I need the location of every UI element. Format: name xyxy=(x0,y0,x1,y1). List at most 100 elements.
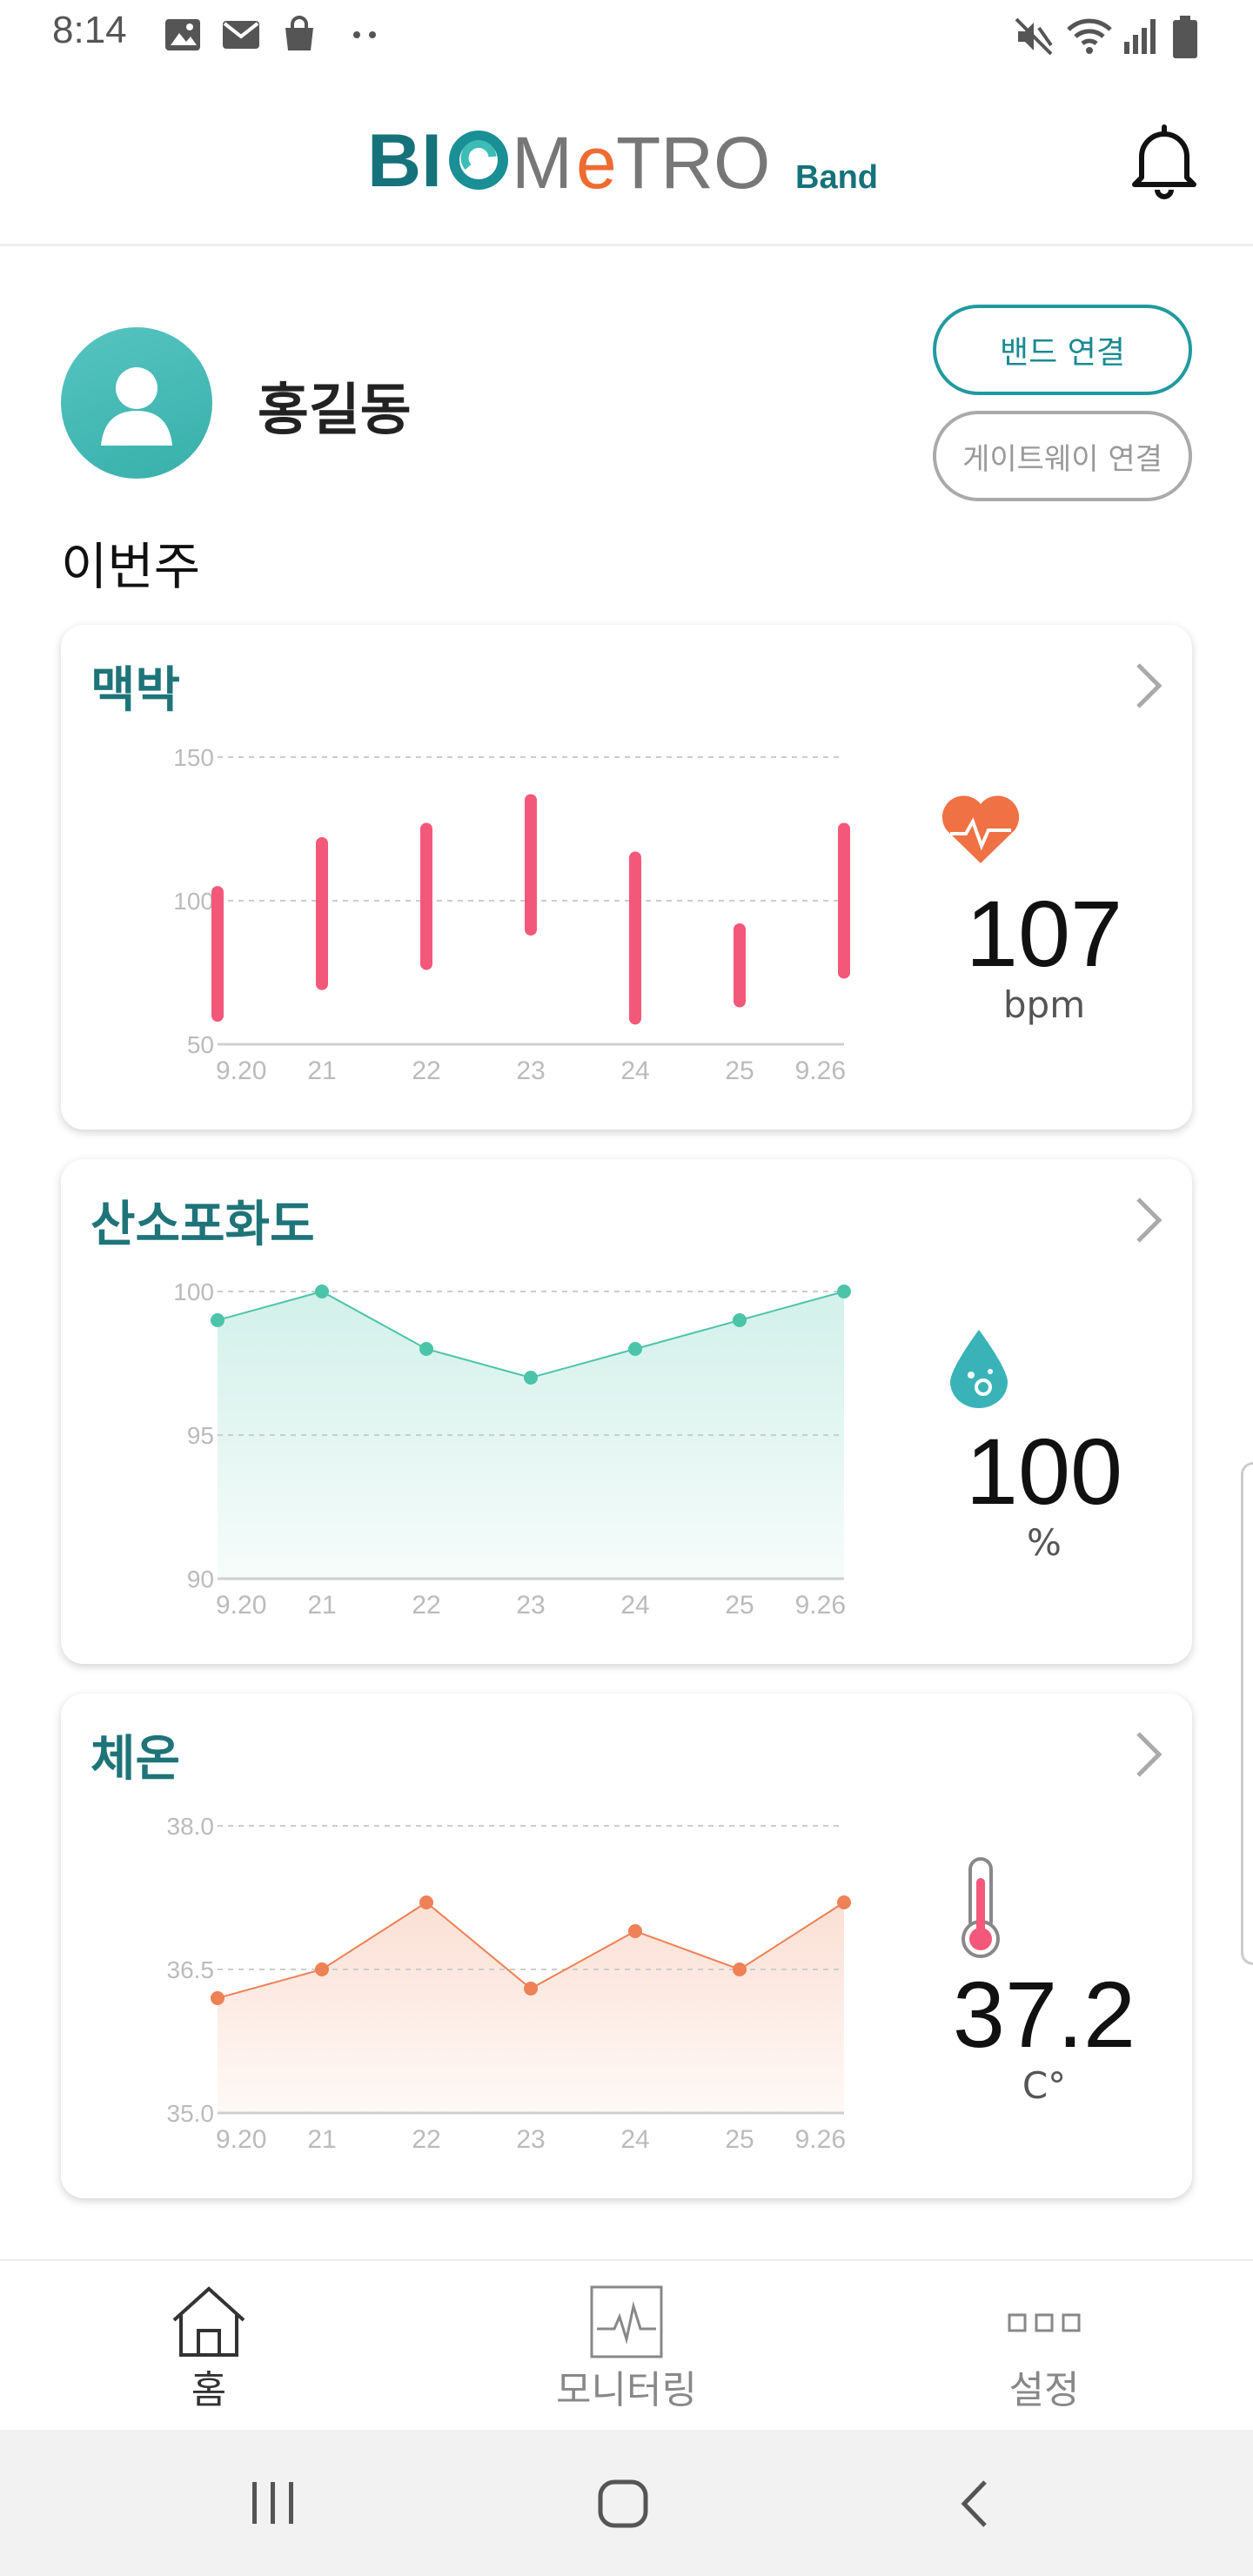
temperature-value: 37.2 xyxy=(952,1962,1136,2067)
x-tick-label: 23 xyxy=(516,2125,545,2154)
home-system-icon[interactable] xyxy=(597,2479,649,2529)
nav-home[interactable]: 홈 xyxy=(0,2261,418,2432)
temperature-card-title: 체온 xyxy=(90,1731,181,1788)
chevron-right-icon[interactable] xyxy=(1131,1728,1166,1781)
y-tick-label: 50 xyxy=(187,1031,214,1058)
status-time: 8:14 xyxy=(52,9,127,51)
signal-icon xyxy=(1124,19,1156,54)
mute-icon xyxy=(1015,17,1053,56)
x-tick-label: 9.20 xyxy=(216,1591,266,1620)
temperature-chart: 35.0 36.5 38.0 9.20 21 22 23 24 25 9.26 xyxy=(167,1813,851,2154)
temperature-card[interactable]: 체온 35.0 36.5 38.0 9.20 21 22 23 24 25 9.26 37.2 C… xyxy=(61,1694,1192,2198)
y-tick-label: 36.5 xyxy=(167,1956,215,1983)
shopping-bag-icon xyxy=(285,16,313,50)
spo2-unit: % xyxy=(1027,1521,1062,1564)
data-point xyxy=(733,1962,747,1976)
y-tick-label: 95 xyxy=(187,1422,214,1449)
data-point xyxy=(628,1924,642,1938)
x-tick-label: 21 xyxy=(307,2125,336,2154)
x-tick-label: 24 xyxy=(620,2125,649,2154)
heart-pulse-icon xyxy=(941,795,1020,863)
x-tick-label: 9.26 xyxy=(795,2125,846,2154)
svg-text:e: e xyxy=(576,122,617,204)
svg-text:TRO: TRO xyxy=(616,122,770,204)
thermometer-icon xyxy=(962,1857,1000,1958)
svg-text:Band: Band xyxy=(795,159,878,196)
pulse-value: 107 xyxy=(965,881,1123,986)
x-tick-label: 9.26 xyxy=(795,1591,846,1620)
spo2-chart: 90 95 100 9.20 21 22 23 24 25 9.26 xyxy=(173,1278,851,1620)
y-tick-label: 150 xyxy=(173,744,214,771)
data-point xyxy=(628,1342,642,1356)
gallery-icon xyxy=(165,19,200,50)
x-tick-label: 21 xyxy=(307,1591,336,1620)
x-tick-label: 22 xyxy=(412,1057,440,1085)
y-tick-label: 38.0 xyxy=(167,1813,215,1840)
y-tick-label: 100 xyxy=(173,1278,214,1305)
data-point xyxy=(837,1285,851,1298)
system-navigation-bar xyxy=(0,2430,1253,2576)
y-tick-label: 100 xyxy=(173,888,214,915)
user-icon xyxy=(101,367,172,446)
x-tick-label: 9.26 xyxy=(795,1057,846,1085)
data-point xyxy=(419,1895,433,1909)
spo2-value: 100 xyxy=(965,1419,1123,1524)
user-name: 홍길동 xyxy=(258,379,412,443)
status-bar: 8:14 xyxy=(0,0,1253,73)
x-tick-label: 22 xyxy=(412,2125,440,2154)
spo2-card-title: 산소포화도 xyxy=(90,1197,315,1253)
data-point xyxy=(315,1962,329,1976)
more-notifications-icon xyxy=(353,31,376,38)
battery-icon xyxy=(1173,16,1197,58)
data-point xyxy=(211,1313,224,1327)
data-point xyxy=(733,1313,747,1327)
app-header: BI M e TRO Band xyxy=(0,73,1253,246)
mail-icon xyxy=(223,21,259,49)
home-icon xyxy=(172,2286,245,2357)
nav-settings-label: 설정 xyxy=(1008,2368,1080,2412)
x-tick-label: 23 xyxy=(516,1057,545,1085)
svg-text:BI: BI xyxy=(367,119,442,203)
svg-text:M: M xyxy=(512,122,573,204)
connect-gateway-button[interactable]: 게이트웨이 연결 xyxy=(933,411,1192,501)
connect-band-button[interactable]: 밴드 연결 xyxy=(933,305,1192,395)
data-point xyxy=(837,1895,851,1909)
water-drop-icon xyxy=(950,1330,1008,1408)
x-tick-label: 25 xyxy=(725,2125,754,2154)
data-point xyxy=(315,1285,329,1298)
x-tick-label: 24 xyxy=(620,1057,649,1085)
x-tick-label: 22 xyxy=(412,1591,440,1620)
nav-home-label: 홈 xyxy=(191,2368,227,2412)
x-tick-label: 9.20 xyxy=(216,1057,266,1085)
nav-settings[interactable]: 설정 xyxy=(835,2261,1253,2432)
edge-panel-handle[interactable] xyxy=(1241,1462,1253,1965)
x-tick-label: 25 xyxy=(725,1057,754,1085)
spo2-card[interactable]: 산소포화도 90 95 100 9.20 21 22 23 24 25 9.26 100 % xyxy=(61,1159,1192,1664)
data-point xyxy=(524,1371,538,1385)
more-dots-icon xyxy=(1008,2313,1081,2332)
recent-apps-icon[interactable] xyxy=(249,2480,298,2526)
nav-monitoring[interactable]: 모니터링 xyxy=(418,2261,835,2432)
notification-bell-icon[interactable] xyxy=(1128,122,1201,200)
y-tick-label: 90 xyxy=(187,1566,214,1593)
x-tick-label: 9.20 xyxy=(216,2125,266,2154)
x-tick-label: 24 xyxy=(620,1591,649,1620)
bottom-navigation: 홈 모니터링 설정 xyxy=(0,2259,1253,2432)
pulse-unit: bpm xyxy=(1002,983,1086,1026)
avatar xyxy=(61,327,212,479)
x-tick-label: 21 xyxy=(307,1057,336,1085)
nav-monitoring-label: 모니터링 xyxy=(556,2368,697,2412)
chevron-right-icon[interactable] xyxy=(1131,1194,1166,1246)
data-point xyxy=(524,1982,538,1996)
chevron-right-icon[interactable] xyxy=(1131,660,1166,712)
pulse-card[interactable]: 맥박 50 100 150 9.20 21 22 23 24 25 9.26 107 bpm xyxy=(61,625,1192,1130)
area-fill xyxy=(218,1902,844,2113)
data-point xyxy=(211,1991,224,2005)
monitoring-chart-icon xyxy=(590,2285,663,2358)
x-tick-label: 23 xyxy=(516,1591,545,1620)
pulse-chart: 50 100 150 9.20 21 22 23 24 25 9.26 xyxy=(173,744,850,1085)
wifi-icon xyxy=(1067,18,1112,54)
back-icon[interactable] xyxy=(957,2479,992,2529)
section-title-this-week: 이번주 xyxy=(61,537,201,596)
temperature-unit: C° xyxy=(1022,2064,1067,2107)
